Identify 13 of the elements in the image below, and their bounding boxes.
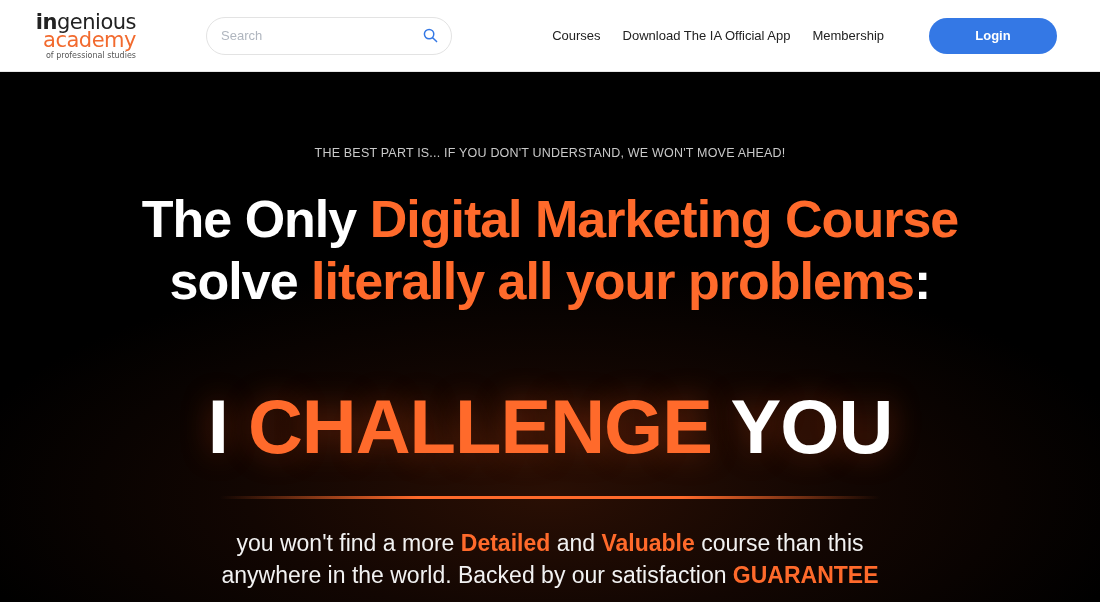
eyebrow-text: THE BEST PART IS... IF YOU DON'T UNDERSTAND, WE WON'T MOVE AHEAD!: [314, 146, 786, 160]
headline: solve literally all your problems:: [169, 251, 931, 312]
challenge-heading: I CHALLENGE YOU: [207, 383, 893, 471]
search-icon[interactable]: [423, 27, 438, 43]
logo-wordmark: ingenious: [35, 11, 136, 33]
headline: The Only Digital Marketing Course: [141, 189, 959, 250]
search-field[interactable]: Search: [206, 16, 452, 55]
body-text: you won't find a more Detailed and Valuable course than this anywhere in the world. Backed by our satisfaction GUARANTEE: [220, 529, 880, 590]
login-button[interactable]: Login: [929, 17, 1057, 54]
nav-link[interactable]: Membership: [812, 28, 884, 43]
nav-link[interactable]: Courses: [552, 28, 601, 43]
nav-link[interactable]: Download The IA Official App: [622, 28, 791, 43]
logo-tagline: of professional studies: [45, 51, 136, 60]
